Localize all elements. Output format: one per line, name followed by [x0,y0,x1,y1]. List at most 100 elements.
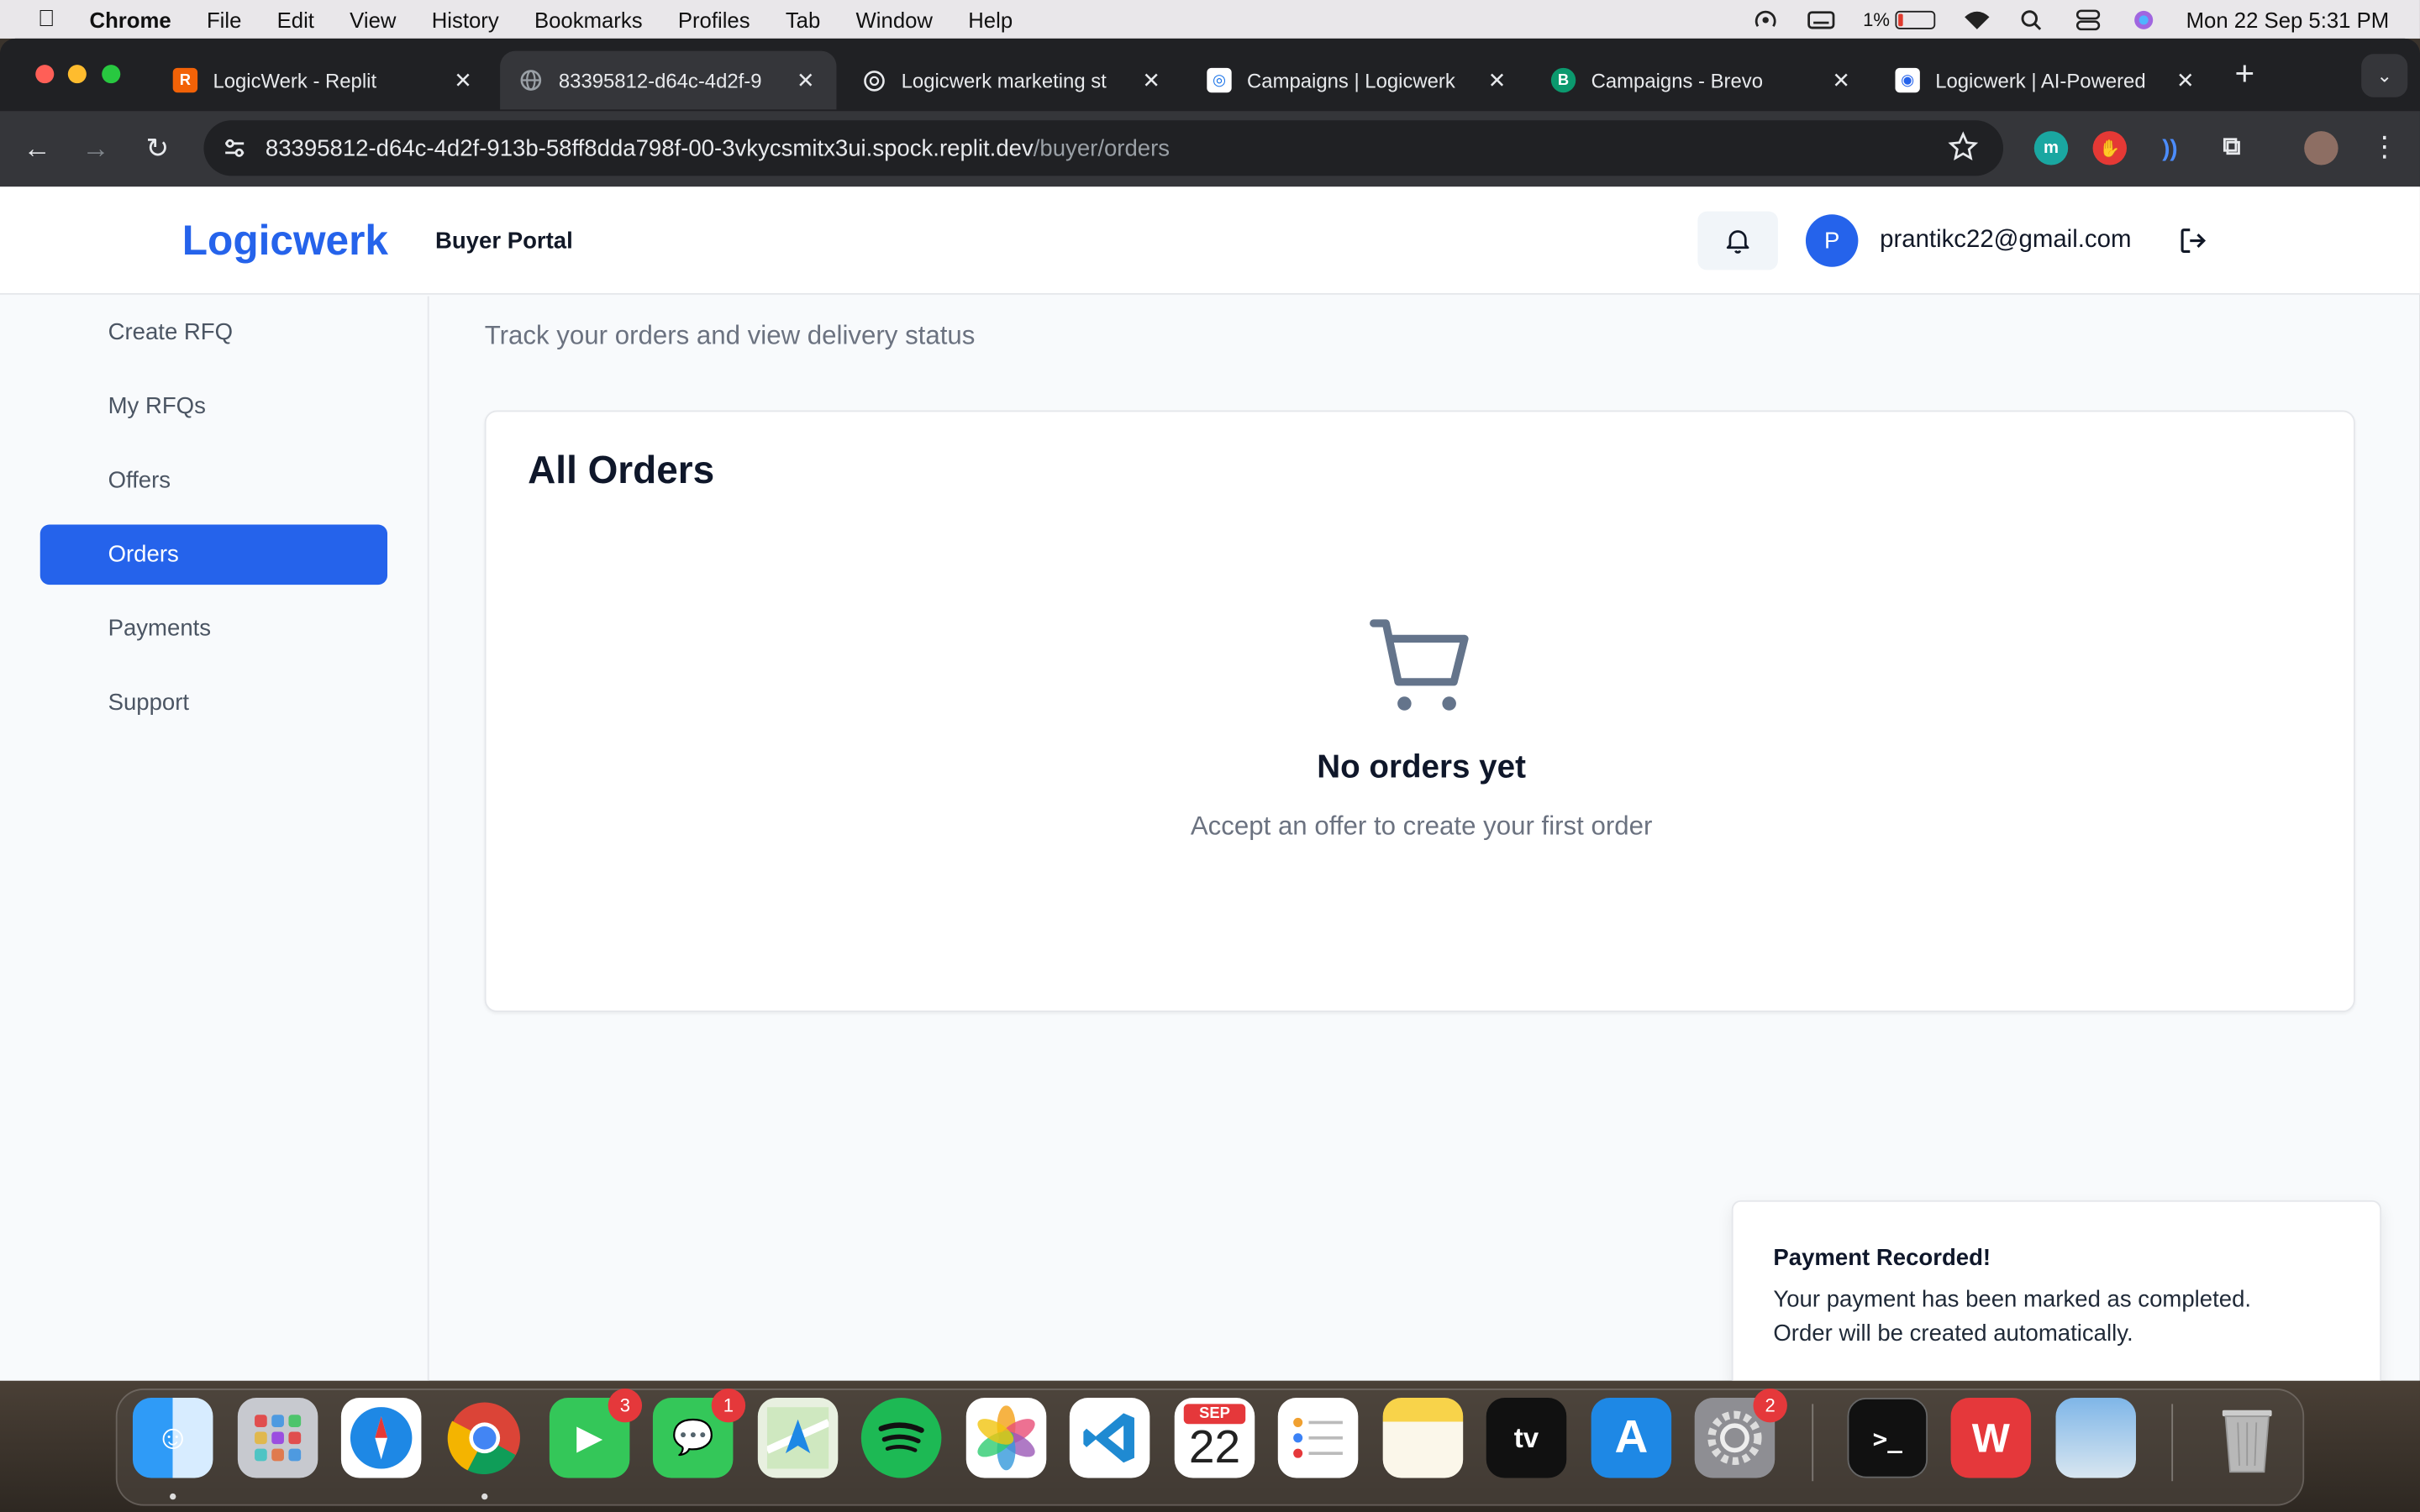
menu-view[interactable]: View [350,7,396,31]
tab-logicwerk-marketing[interactable]: Logicwerk marketing st ✕ [843,51,1182,110]
page-viewport: Logicwerk Buyer Portal P prantikc22@gmai… [0,186,2420,1381]
menubar-clock[interactable]: Mon 22 Sep 5:31 PM [2186,7,2390,31]
facetime-icon[interactable]: ▶ 3 [549,1389,643,1478]
trash-icon[interactable] [2207,1398,2287,1478]
reload-icon[interactable]: ↻ [139,129,176,166]
battery-status[interactable]: 1% [1863,8,1937,30]
siri-icon[interactable] [2131,8,2159,30]
extension-hand-icon[interactable]: ✋ [2092,131,2127,165]
terminal-icon[interactable]: >_ [1847,1398,1928,1478]
extension-wave-icon[interactable]: )) [2153,131,2186,165]
calendar-day: 22 [1188,1422,1241,1474]
notifications-button[interactable] [1697,211,1778,270]
facetime-badge: 3 [608,1389,643,1423]
user-email: prantikc22@gmail.com [1880,226,2132,254]
extension-m-icon[interactable]: m [2033,131,2069,165]
tab-close-icon[interactable]: ✕ [2173,67,2197,93]
maps-icon[interactable] [757,1398,839,1478]
dock-separator [1812,1404,1814,1482]
sidebar-item-my-rfqs[interactable]: My RFQs [40,376,387,437]
app-store-icon[interactable]: A [1591,1398,1672,1478]
notes-icon[interactable] [1382,1398,1464,1478]
tab-close-icon[interactable]: ✕ [793,67,818,93]
sidebar-item-payments[interactable]: Payments [40,599,387,659]
calendar-icon[interactable]: SEP 22 [1174,1398,1255,1478]
spotlight-search-icon[interactable] [2019,8,2047,30]
empty-state-title: No orders yet [1317,749,1526,785]
user-avatar[interactable]: P [1805,214,1859,267]
tab-buyer-orders[interactable]: 83395812-d64c-4d2f-9 ✕ [500,50,837,110]
campaigns-favicon-icon: ◎ [1207,67,1232,93]
sidebar-item-offers[interactable]: Offers [40,450,387,511]
apple-tv-icon[interactable]: tv [1486,1398,1567,1478]
wps-office-icon[interactable]: W [1950,1398,2032,1478]
window-minimize-button[interactable] [67,65,87,84]
extensions-puzzle-icon[interactable]: ⧉ [2215,131,2249,165]
vscode-icon[interactable] [1069,1398,1150,1478]
finder-icon[interactable]: ☺ [132,1398,213,1478]
tab-logicwerk-replit[interactable]: R LogicWerk - Replit ✕ [155,51,494,110]
tab-strip: R LogicWerk - Replit ✕ 83395812-d64c-4d2… [0,38,2420,112]
tab-campaigns-logicwerk[interactable]: ◎ Campaigns | Logicwerk ✕ [1188,51,1528,110]
site-info-icon[interactable] [219,133,250,164]
menu-file[interactable]: File [207,7,241,31]
window-close-button[interactable] [35,65,55,84]
tab-title: Logicwerk marketing st [901,68,1107,92]
menu-app-chrome[interactable]: Chrome [90,7,171,31]
control-center-icon[interactable] [2075,8,2102,30]
launchpad-icon[interactable] [237,1398,318,1478]
messages-badge: 1 [711,1389,746,1423]
chrome-menu-icon[interactable]: ⋮ [2370,131,2398,164]
toast-notification[interactable]: Payment Recorded! Your payment has been … [1731,1200,2382,1381]
brevo-favicon-icon: B [1550,67,1576,93]
tab-search-chevron-icon[interactable]: ⌄ [2361,54,2408,97]
menu-edit[interactable]: Edit [277,7,314,31]
menu-profiles[interactable]: Profiles [678,7,750,31]
safari-icon[interactable] [340,1398,422,1478]
sidebar-item-support[interactable]: Support [40,673,387,733]
reminders-icon[interactable] [1277,1398,1359,1478]
settings-badge: 2 [1753,1389,1787,1423]
toast-line-2: Order will be created automatically. [1773,1320,2133,1347]
keyboard-icon[interactable] [1807,8,1835,30]
tab-close-icon[interactable]: ✕ [1828,67,1853,93]
chrome-icon[interactable] [445,1398,525,1478]
tab-close-icon[interactable]: ✕ [1485,67,1509,93]
messages-icon[interactable]: 💬 1 [652,1389,746,1478]
logicwerk-logo[interactable]: Logicwerk [182,218,388,265]
profile-avatar-icon[interactable] [2304,131,2338,165]
system-settings-icon[interactable]: 2 [1694,1389,1787,1478]
sidebar-item-orders[interactable]: Orders [39,524,388,585]
bell-icon [1726,230,1749,254]
bookmark-star-icon[interactable] [1948,131,1979,162]
tab-title: Logicwerk | AI-Powered [1935,68,2146,92]
menu-history[interactable]: History [432,7,499,31]
spotify-icon[interactable] [860,1398,942,1478]
logout-icon[interactable] [2176,223,2210,257]
menu-bookmarks[interactable]: Bookmarks [534,7,643,31]
tab-close-icon[interactable]: ✕ [1139,67,1163,93]
menu-window[interactable]: Window [856,7,933,31]
tab-logicwerk-ai[interactable]: ◉ Logicwerk | AI-Powered ✕ [1876,51,2216,110]
menu-tab[interactable]: Tab [786,7,820,31]
sidebar-item-create-rfq[interactable]: Create RFQ [40,302,387,363]
tab-close-icon[interactable]: ✕ [450,67,475,93]
preview-icon[interactable] [2055,1398,2136,1478]
tab-title: Campaigns | Logicwerk [1247,68,1455,92]
new-tab-plus-icon[interactable]: + [2235,56,2255,91]
menu-help[interactable]: Help [968,7,1013,31]
calendar-month: SEP [1183,1404,1246,1425]
forward-arrow-icon[interactable]: → [77,129,114,166]
tab-campaigns-brevo[interactable]: B Campaigns - Brevo ✕ [1533,51,1872,110]
back-arrow-icon[interactable]: ← [18,129,55,166]
address-bar[interactable]: 83395812-d64c-4d2f-913b-58ff8dda798f-00-… [203,120,2004,176]
window-zoom-button[interactable] [102,65,121,84]
photos-icon[interactable] [965,1398,1047,1478]
tab-title: LogicWerk - Replit [213,68,377,92]
url-text: 83395812-d64c-4d2f-913b-58ff8dda798f-00-… [266,135,1170,161]
wifi-icon[interactable] [1964,8,1991,30]
airdrop-icon[interactable] [1752,8,1780,30]
apple-menu-icon[interactable]:  [31,6,62,32]
battery-icon [1896,9,1937,29]
macos-menubar:  Chrome File Edit View History Bookmark… [0,0,2420,39]
